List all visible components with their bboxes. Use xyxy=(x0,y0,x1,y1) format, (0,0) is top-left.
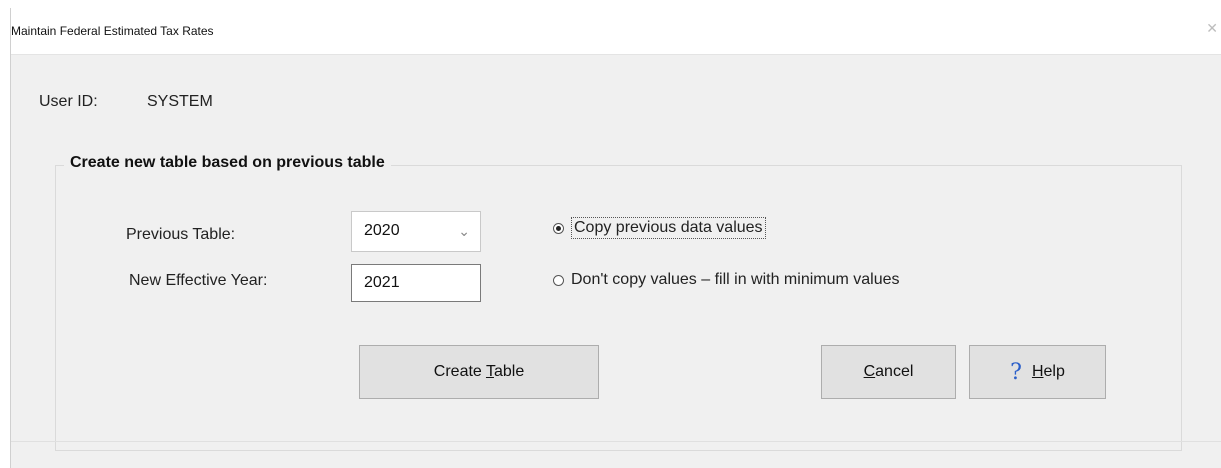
create-table-button[interactable]: Create Table xyxy=(359,345,599,399)
question-icon: ? xyxy=(1010,359,1022,385)
create-button-text: Create Table xyxy=(434,363,524,381)
new-effective-year-value: 2021 xyxy=(364,274,400,291)
no-copy-values-label: Don't copy values – fill in with minimum… xyxy=(571,271,900,288)
create-table-groupbox xyxy=(55,165,1182,451)
create-button-prefix: Create xyxy=(433,363,486,380)
previous-table-select[interactable]: 2020 ⌄ xyxy=(351,211,481,252)
new-effective-year-label: New Effective Year: xyxy=(129,272,268,289)
dialog-window: Maintain Federal Estimated Tax Rates ✕ U… xyxy=(10,8,1221,468)
window-title: Maintain Federal Estimated Tax Rates xyxy=(11,24,214,38)
help-button-text: Help xyxy=(1032,363,1065,381)
user-id-value: SYSTEM xyxy=(147,93,213,110)
cancel-button-suffix: ancel xyxy=(875,363,914,380)
no-copy-values-radio[interactable]: Don't copy values – fill in with minimum… xyxy=(553,271,900,289)
help-button-accel: H xyxy=(1031,363,1044,380)
cancel-button-accel: C xyxy=(863,363,876,380)
user-id-label: User ID: xyxy=(39,93,98,110)
title-bar: Maintain Federal Estimated Tax Rates ✕ xyxy=(11,8,1221,55)
help-button-suffix: elp xyxy=(1043,363,1065,380)
copy-values-label: Copy previous data values xyxy=(571,217,766,239)
divider xyxy=(11,441,1221,442)
create-button-accel: T xyxy=(485,363,494,380)
groupbox-title: Create new table based on previous table xyxy=(64,154,391,172)
help-button[interactable]: ? Help xyxy=(969,345,1106,399)
previous-table-label: Previous Table: xyxy=(126,226,236,243)
radio-unchecked-icon[interactable] xyxy=(553,274,564,286)
previous-table-value: 2020 xyxy=(364,222,400,239)
create-button-suffix: able xyxy=(493,363,525,380)
new-effective-year-input[interactable]: 2021 xyxy=(351,264,481,302)
cancel-button-text: Cancel xyxy=(864,363,914,381)
chevron-down-icon[interactable]: ⌄ xyxy=(458,223,470,240)
copy-values-radio[interactable]: Copy previous data values xyxy=(553,217,766,239)
cancel-button[interactable]: Cancel xyxy=(821,345,956,399)
radio-checked-icon[interactable] xyxy=(553,222,564,234)
close-icon[interactable]: ✕ xyxy=(1206,20,1218,37)
